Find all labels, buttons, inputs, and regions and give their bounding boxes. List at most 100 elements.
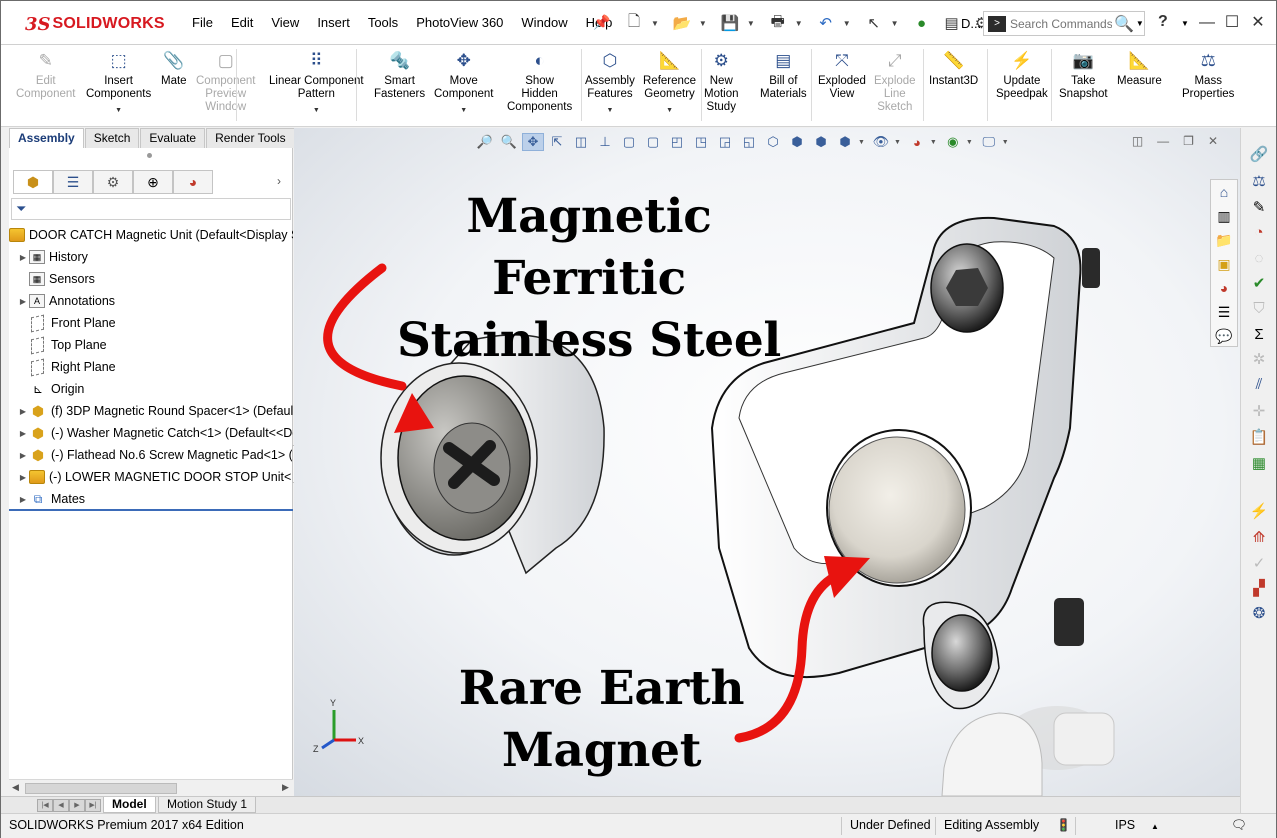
menu-view[interactable]: View: [262, 15, 308, 30]
solidworks-logo[interactable]: 3S SOLIDWORKS: [25, 10, 165, 38]
save-dropdown-icon[interactable]: ▼: [747, 19, 755, 28]
command-search-icon[interactable]: >: [988, 15, 1006, 32]
gauge-icon[interactable]: ◔: [1247, 221, 1271, 243]
tree-expander-icon[interactable]: ▶: [17, 297, 29, 306]
help-dropdown-icon[interactable]: ▼: [1181, 19, 1189, 28]
dimxpert-tab-icon[interactable]: ⊕: [133, 170, 173, 194]
tree-item[interactable]: Top Plane: [9, 334, 293, 356]
sustainability-icon[interactable]: ❂: [1247, 602, 1271, 624]
print-icon[interactable]: 🖶: [765, 11, 791, 35]
ribbon-reference-geometry-button[interactable]: 📐 Reference Geometry ▼: [643, 49, 696, 117]
menu-tools[interactable]: Tools: [359, 15, 407, 30]
rebuild-icon[interactable]: ●: [909, 11, 935, 35]
last-tab-icon[interactable]: ▶|: [85, 799, 101, 812]
scroll-right-icon[interactable]: ▶: [282, 782, 289, 793]
next-tab-icon[interactable]: ▶: [69, 799, 85, 812]
disabled-tool-icon[interactable]: ◌: [1247, 247, 1271, 269]
search-input[interactable]: [1010, 16, 1112, 31]
tab-assembly[interactable]: Assembly: [9, 128, 84, 148]
tree-expander-icon[interactable]: ▶: [17, 429, 29, 438]
rib-icon[interactable]: ⫽: [1247, 373, 1271, 395]
menu-photoview[interactable]: PhotoView 360: [407, 15, 512, 30]
ribbon-measure-button[interactable]: 📐 Measure: [1117, 49, 1162, 88]
help-icon[interactable]: ?: [1158, 13, 1168, 31]
tree-item[interactable]: ▶ ⬢ (-) Washer Magnetic Catch<1> (Default<…: [9, 422, 293, 444]
tree-item[interactable]: ▦ Sensors: [9, 268, 293, 290]
align-icon[interactable]: ✛: [1247, 400, 1271, 422]
balance-icon[interactable]: ⚖: [1247, 170, 1271, 192]
approve-icon[interactable]: ✓: [1247, 552, 1271, 574]
custom-properties-icon[interactable]: ☰: [1211, 300, 1237, 324]
tree-item[interactable]: DOOR CATCH Magnetic Unit (Default<Displa…: [9, 224, 293, 246]
displaymanager-tab-icon[interactable]: ◕: [173, 170, 213, 194]
appearances-scenes-icon[interactable]: ◕: [1211, 276, 1237, 300]
rollback-bar[interactable]: [9, 509, 293, 511]
menu-edit[interactable]: Edit: [222, 15, 262, 30]
status-units[interactable]: IPS: [1115, 818, 1135, 832]
ribbon-exploded-view-button[interactable]: ⤧ Exploded View: [818, 49, 866, 101]
tree-item[interactable]: ▶ ▦ History: [9, 246, 293, 268]
print-dropdown-icon[interactable]: ▼: [795, 19, 803, 28]
tree-expander-icon[interactable]: ▶: [17, 451, 29, 460]
flow-icon[interactable]: ⟰: [1247, 526, 1271, 548]
tree-item[interactable]: ▶ ⬢ (f) 3DP Magnetic Round Spacer<1> (Defa…: [9, 400, 293, 422]
search-commands-box[interactable]: > 🔍 ▼: [983, 11, 1145, 36]
tree-item[interactable]: ▶ ⬢ (-) Flathead No.6 Screw Magnetic Pad<1…: [9, 444, 293, 466]
open-dropdown-icon[interactable]: ▼: [699, 19, 707, 28]
tree-expander-icon[interactable]: ▶: [17, 495, 29, 504]
menu-file[interactable]: File: [183, 15, 222, 30]
feature-tree-filter[interactable]: ⏷: [11, 198, 291, 220]
tree-expander-icon[interactable]: ▶: [17, 407, 29, 416]
scroll-thumb[interactable]: [25, 783, 177, 794]
ribbon-instant3d-button[interactable]: 📏 Instant3D: [929, 49, 978, 88]
ribbon-move-component-button[interactable]: ✥ Move Component ▼: [434, 49, 493, 117]
tree-item[interactable]: Front Plane: [9, 312, 293, 334]
ribbon-speedpak-button[interactable]: ⚡ Update Speedpak: [996, 49, 1048, 101]
prev-tab-icon[interactable]: ◀: [53, 799, 69, 812]
ribbon-dropdown-icon[interactable]: ▼: [115, 104, 122, 117]
tab-render-tools[interactable]: Render Tools: [206, 128, 295, 148]
graphics-area[interactable]: 🔎 🔍 ✥ ⇱ ◫ ⊥ ▢ ▢ ◰ ◳ ◲ ◱ ⬡ ⬢ ⬢ ⬢ ▼ 👁 ▼ ◕ ▼ ◉…: [294, 128, 1240, 796]
propertymanager-tab-icon[interactable]: ☰: [53, 170, 93, 194]
ribbon-dropdown-icon[interactable]: ▼: [606, 104, 613, 117]
tree-item[interactable]: Right Plane: [9, 356, 293, 378]
ribbon-dropdown-icon[interactable]: ▼: [460, 104, 467, 117]
ribbon-camera-button[interactable]: 📷 Take Snapshot: [1059, 49, 1108, 101]
close-icon[interactable]: ✕: [1245, 11, 1271, 35]
tree-item[interactable]: ▶ A Annotations: [9, 290, 293, 312]
toolbox-icon[interactable]: 🔗: [1247, 143, 1271, 165]
document-check-icon[interactable]: 📋: [1247, 426, 1271, 448]
ribbon-edit-component-button[interactable]: ✎ Edit Component: [16, 49, 75, 101]
shield-icon[interactable]: ⛉: [1247, 297, 1271, 319]
open-icon[interactable]: 📂: [669, 11, 695, 35]
select-dropdown-icon[interactable]: ▼: [891, 19, 899, 28]
search-dropdown-icon[interactable]: ▼: [1136, 19, 1144, 28]
rebuild-status-icon[interactable]: 🚦: [1056, 818, 1071, 832]
quick-tips-icon[interactable]: 🗨: [1231, 818, 1247, 833]
ribbon-component-preview-button[interactable]: ▢ Component Preview Window: [196, 49, 255, 114]
feature-tree-scrollbar[interactable]: ◀ ▶: [9, 779, 293, 796]
spreadsheet-icon[interactable]: ▦: [1247, 452, 1271, 474]
ribbon-smart-fasteners-button[interactable]: 🔩 Smart Fasteners: [374, 49, 425, 101]
maximize-icon[interactable]: ☐: [1219, 11, 1245, 35]
check-icon[interactable]: ✔: [1247, 272, 1271, 294]
tab-model[interactable]: Model: [103, 797, 156, 813]
ribbon-linear-pattern-button[interactable]: ⠿ Linear Component Pattern ▼: [269, 49, 364, 117]
ribbon-motion-study-button[interactable]: ⚙ New Motion Study: [704, 49, 739, 114]
scroll-left-icon[interactable]: ◀: [12, 782, 19, 793]
save-icon[interactable]: 💾: [717, 11, 743, 35]
design-library-icon[interactable]: ▥: [1211, 204, 1237, 228]
new-dropdown-icon[interactable]: ▼: [651, 19, 659, 28]
menu-insert[interactable]: Insert: [308, 15, 359, 30]
ribbon-assembly-features-button[interactable]: ⬡ Assembly Features ▼: [585, 49, 635, 117]
ribbon-mate-button[interactable]: 📎 Mate: [161, 49, 187, 88]
panel-collapse-handle[interactable]: [147, 153, 152, 158]
file-explorer-icon[interactable]: 📁: [1211, 228, 1237, 252]
ribbon-dropdown-icon[interactable]: ▼: [313, 104, 320, 117]
gear-disabled-icon[interactable]: ✲: [1247, 348, 1271, 370]
ribbon-dropdown-icon[interactable]: ▼: [666, 104, 673, 117]
pin-menu-icon[interactable]: 📌: [593, 14, 610, 31]
ribbon-bom-button[interactable]: ▤ Bill of Materials: [760, 49, 807, 101]
menu-window[interactable]: Window: [512, 15, 576, 30]
costing-icon[interactable]: ▞: [1247, 577, 1271, 599]
